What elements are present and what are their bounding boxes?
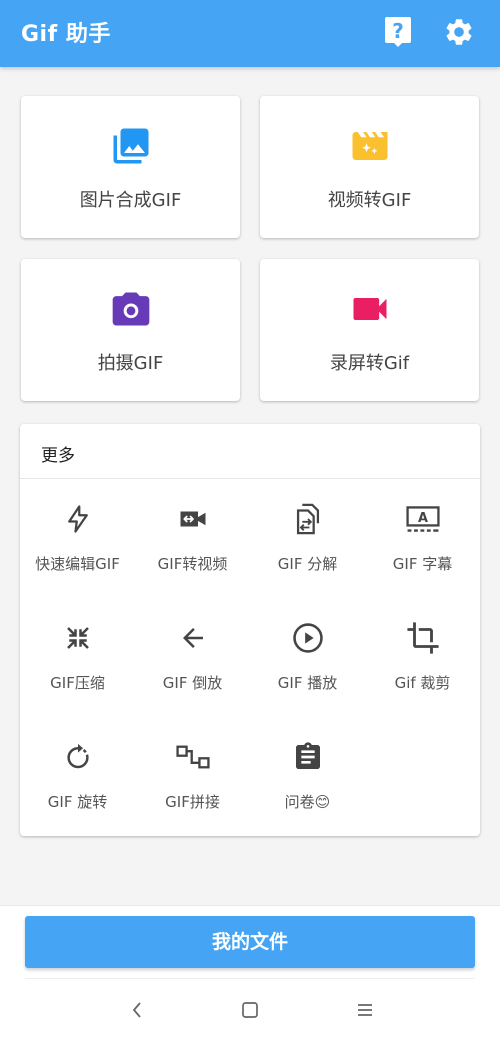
video-to-gif-card[interactable]: 视频转GIF <box>260 96 479 238</box>
tool-survey[interactable]: 问卷😊 <box>250 739 365 839</box>
tool-label: GIF 倒放 <box>162 674 223 692</box>
tool-label: GIF转视频 <box>157 555 228 573</box>
system-nav-bar <box>0 981 500 1037</box>
gear-icon <box>446 19 472 45</box>
flash-icon <box>67 505 88 533</box>
tool-label: Gif 裁剪 <box>394 674 451 692</box>
screen-record-to-gif-card[interactable]: 录屏转Gif <box>260 259 479 401</box>
tool-gif-split[interactable]: GIF 分解 <box>250 501 365 601</box>
nav-home-button[interactable] <box>235 995 265 1025</box>
svg-text:?: ? <box>392 19 404 43</box>
tool-gif-reverse[interactable]: GIF 倒放 <box>135 620 250 720</box>
home-square-icon <box>242 1002 258 1018</box>
shoot-gif-card[interactable]: 拍摄GIF <box>21 259 240 401</box>
nav-back-button[interactable] <box>122 995 152 1025</box>
tool-gif-rotate[interactable]: GIF 旋转 <box>20 739 135 839</box>
camera-icon <box>112 292 149 326</box>
video-to-gif-label: 视频转GIF <box>327 190 412 211</box>
help-bubble-icon: ? <box>385 17 411 47</box>
clipboard-icon <box>295 742 320 769</box>
divider <box>25 978 475 979</box>
bottom-bar: 我的文件 <box>0 905 500 1037</box>
more-tools-card: 更多 快速编辑GIF GIF转视频 GIF 分解 A GIF 字幕 GIF压缩 … <box>20 424 480 836</box>
tool-label: GIF 字幕 <box>392 555 453 573</box>
tool-gif-subtitle[interactable]: A GIF 字幕 <box>365 501 480 601</box>
image-to-gif-label: 图片合成GIF <box>79 190 182 211</box>
help-button[interactable]: ? <box>381 14 415 50</box>
tool-label: GIF 旋转 <box>47 793 108 811</box>
tool-label: GIF拼接 <box>165 793 220 811</box>
more-title: 更多 <box>41 446 75 466</box>
tool-gif-to-video[interactable]: GIF转视频 <box>135 501 250 601</box>
rotate-icon <box>66 743 89 769</box>
subtitle-icon: A <box>405 506 440 532</box>
shoot-gif-label: 拍摄GIF <box>97 353 164 374</box>
svg-text:A: A <box>418 511 428 526</box>
screen-record-to-gif-label: 录屏转Gif <box>329 353 410 374</box>
nav-menu-button[interactable] <box>350 995 380 1025</box>
app-title: Gif 助手 <box>21 22 111 47</box>
photo-library-icon <box>113 128 148 164</box>
tool-label: GIF 分解 <box>277 555 338 573</box>
split-file-icon <box>296 503 319 535</box>
tool-gif-crop[interactable]: Gif 裁剪 <box>365 620 480 720</box>
videocam-icon <box>353 298 386 320</box>
compress-icon <box>66 627 89 649</box>
tool-gif-play[interactable]: GIF 播放 <box>250 620 365 720</box>
crop-icon <box>406 622 439 654</box>
tool-label: 问卷😊 <box>284 793 331 811</box>
arrow-left-icon <box>182 628 203 648</box>
movie-clapper-icon <box>352 132 387 160</box>
my-files-button[interactable]: 我的文件 <box>25 916 475 968</box>
app-bar: Gif 助手 ? <box>0 0 500 67</box>
tool-label: 快速编辑GIF <box>35 555 120 573</box>
back-chevron-icon <box>132 1002 141 1018</box>
play-circle-icon <box>292 623 323 653</box>
settings-button[interactable] <box>442 14 476 50</box>
menu-lines-icon <box>358 1004 372 1016</box>
tool-label: GIF压缩 <box>50 674 105 692</box>
tool-quick-edit[interactable]: 快速编辑GIF <box>20 501 135 601</box>
image-to-gif-card[interactable]: 图片合成GIF <box>21 96 240 238</box>
video-convert-icon <box>180 511 205 527</box>
join-icon <box>175 745 210 769</box>
tool-gif-join[interactable]: GIF拼接 <box>135 739 250 839</box>
tool-label: GIF 播放 <box>277 674 338 692</box>
divider <box>20 478 480 479</box>
tool-gif-compress[interactable]: GIF压缩 <box>20 620 135 720</box>
